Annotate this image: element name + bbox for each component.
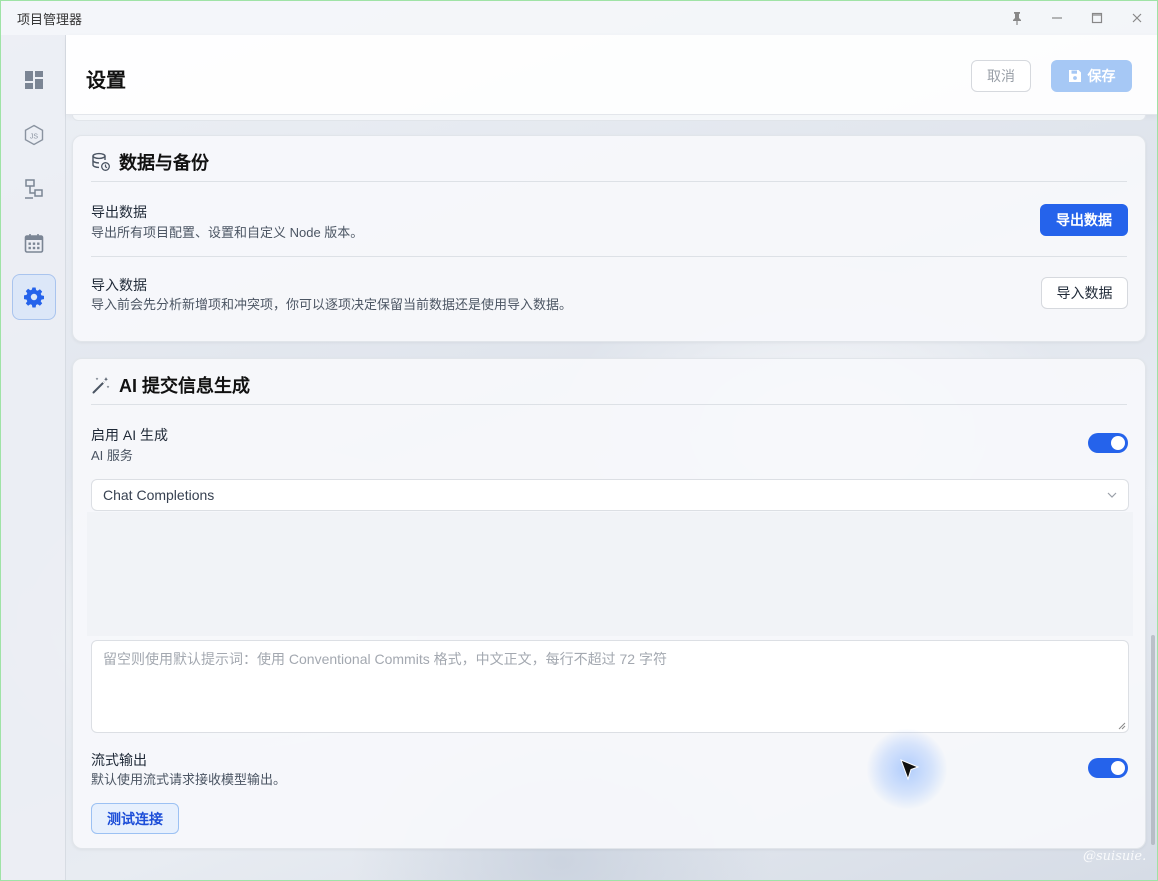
export-data-button[interactable]: 导出数据	[1040, 204, 1128, 236]
stream-output-toggle[interactable]	[1088, 758, 1128, 778]
title-bar: 项目管理器	[1, 1, 1157, 35]
magic-wand-icon	[92, 377, 110, 394]
sidebar-item-remote[interactable]	[12, 166, 56, 212]
scrollbar-thumb[interactable]	[1151, 635, 1155, 845]
import-description: 导入前会先分析新增项和冲突项，你可以逐项决定保留当前数据还是使用导入数据。	[91, 297, 573, 312]
save-button-label: 保存	[1087, 68, 1116, 84]
calendar-icon	[24, 234, 44, 253]
floppy-disk-icon	[1068, 70, 1081, 82]
maximize-icon	[1091, 12, 1103, 24]
data-backup-title-text: 数据与备份	[119, 153, 209, 173]
dashboard-icon	[25, 71, 43, 89]
config-panel-area	[87, 512, 1133, 636]
window-controls	[997, 1, 1157, 35]
close-button[interactable]	[1117, 1, 1157, 35]
stream-output-description: 默认使用流式请求接收模型输出。	[91, 772, 287, 787]
pin-icon	[1013, 12, 1021, 25]
sidebar-item-dashboard[interactable]	[12, 57, 56, 103]
svg-text:JS: JS	[30, 134, 39, 141]
sidebar-item-calendar[interactable]	[12, 220, 56, 266]
page-header: 设置 取消 保存	[66, 35, 1157, 115]
ai-commit-title: AI 提交信息生成	[91, 372, 250, 398]
toggle-knob	[1111, 761, 1125, 775]
sidebar-item-node[interactable]: JS	[12, 112, 56, 158]
stream-output-label: 流式输出	[91, 752, 147, 768]
minimize-icon	[1052, 17, 1062, 19]
import-data-button[interactable]: 导入数据	[1041, 277, 1128, 309]
data-backup-title: 数据与备份	[91, 149, 209, 175]
app-window: 项目管理器 JS 设置 取消 保存 数据与备份 导出数据 导出所有项目配置、设置…	[0, 0, 1158, 881]
ai-commit-title-text: AI 提交信息生成	[119, 376, 251, 396]
minimize-button[interactable]	[1037, 1, 1077, 35]
close-icon	[1132, 13, 1142, 23]
divider	[91, 181, 1127, 182]
sidebar: JS	[1, 35, 66, 880]
divider	[91, 256, 1127, 257]
maximize-button[interactable]	[1077, 1, 1117, 35]
watermark: @suisuie.	[1083, 849, 1147, 864]
export-label: 导出数据	[91, 204, 147, 220]
database-sync-icon	[92, 152, 110, 171]
import-label: 导入数据	[91, 277, 147, 293]
device-tree-icon	[25, 179, 43, 199]
enable-ai-label: 启用 AI 生成	[91, 427, 169, 443]
chevron-down-icon	[1107, 492, 1117, 498]
prompt-placeholder: 留空则使用默认提示词：使用 Conventional Commits 格式，中文…	[103, 651, 667, 667]
resize-grip-icon[interactable]	[1118, 722, 1126, 730]
sidebar-item-settings[interactable]	[12, 274, 56, 320]
window-title: 项目管理器	[17, 11, 83, 27]
enable-ai-description: AI 服务	[91, 448, 133, 463]
gear-icon	[24, 287, 44, 308]
toggle-knob	[1111, 436, 1125, 450]
nodejs-icon: JS	[24, 124, 44, 146]
enable-ai-toggle[interactable]	[1088, 433, 1128, 453]
ai-service-select-value: Chat Completions	[103, 487, 215, 503]
page-title: 设置	[86, 70, 126, 92]
divider	[91, 404, 1127, 405]
pin-button[interactable]	[997, 1, 1037, 35]
prompt-textarea[interactable]: 留空则使用默认提示词：使用 Conventional Commits 格式，中文…	[91, 640, 1129, 733]
ai-service-select[interactable]: Chat Completions	[91, 479, 1129, 511]
ai-commit-card: AI 提交信息生成 启用 AI 生成 AI 服务 Chat Completion…	[72, 358, 1146, 849]
cancel-button[interactable]: 取消	[971, 60, 1031, 92]
save-button[interactable]: 保存	[1051, 60, 1132, 92]
export-description: 导出所有项目配置、设置和自定义 Node 版本。	[91, 225, 364, 240]
previous-card-edge	[72, 115, 1146, 121]
mouse-cursor-icon	[900, 759, 920, 781]
test-connection-button[interactable]: 测试连接	[91, 803, 179, 834]
data-backup-card: 数据与备份 导出数据 导出所有项目配置、设置和自定义 Node 版本。 导出数据…	[72, 135, 1146, 342]
